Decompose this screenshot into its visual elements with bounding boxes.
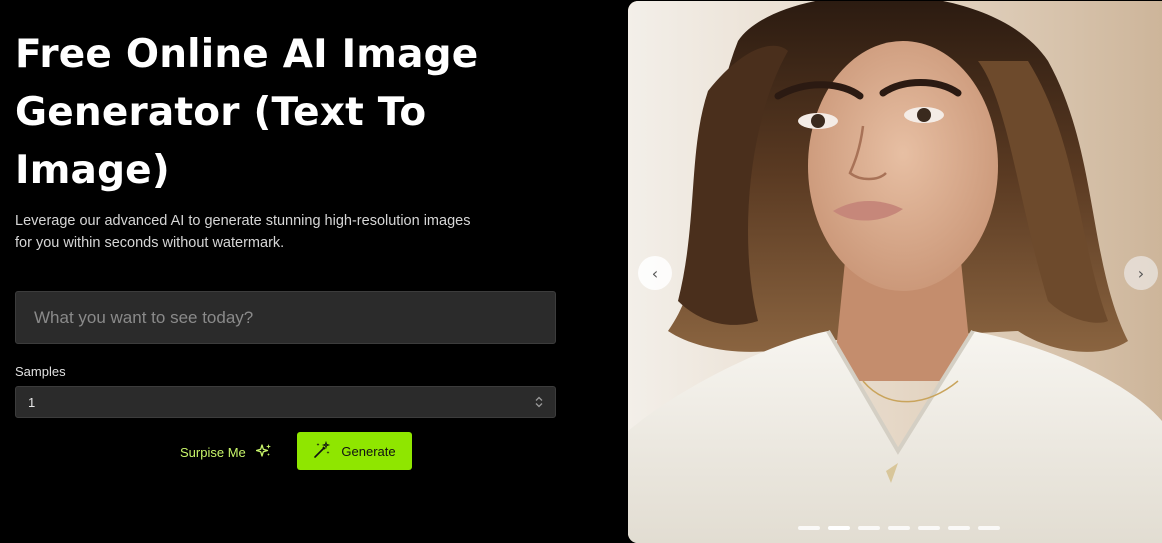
generate-label: Generate (341, 443, 396, 459)
portrait-image (628, 1, 1162, 543)
samples-select[interactable]: 1 (15, 386, 556, 418)
prompt-input[interactable] (15, 291, 556, 344)
carousel-dot[interactable] (918, 526, 940, 530)
page: Free Online AI Image Generator (Text To … (0, 0, 1162, 543)
page-subtitle: Leverage our advanced AI to generate stu… (15, 213, 471, 251)
carousel-indicators (798, 526, 1000, 530)
image-carousel: ‹ › (628, 1, 1162, 543)
surprise-me-button[interactable]: Surpise Me (180, 436, 272, 468)
chevron-right-icon[interactable]: › (1124, 256, 1158, 290)
chevron-up-down-icon (535, 396, 543, 408)
generate-button[interactable]: Generate (297, 432, 412, 470)
sparkles-icon (255, 443, 272, 462)
chevron-left-icon[interactable]: ‹ (638, 256, 672, 290)
carousel-dot[interactable] (948, 526, 970, 530)
page-title: Free Online AI Image Generator (Text To … (15, 32, 479, 193)
carousel-dot[interactable] (978, 526, 1000, 530)
samples-label: Samples (15, 364, 66, 379)
carousel-dot[interactable] (858, 526, 880, 530)
carousel-dot[interactable] (888, 526, 910, 530)
carousel-dot[interactable] (798, 526, 820, 530)
samples-selected-value: 1 (28, 394, 36, 410)
surprise-me-label: Surpise Me (180, 444, 246, 460)
carousel-dot[interactable] (828, 526, 850, 530)
magic-wand-icon (313, 440, 331, 462)
